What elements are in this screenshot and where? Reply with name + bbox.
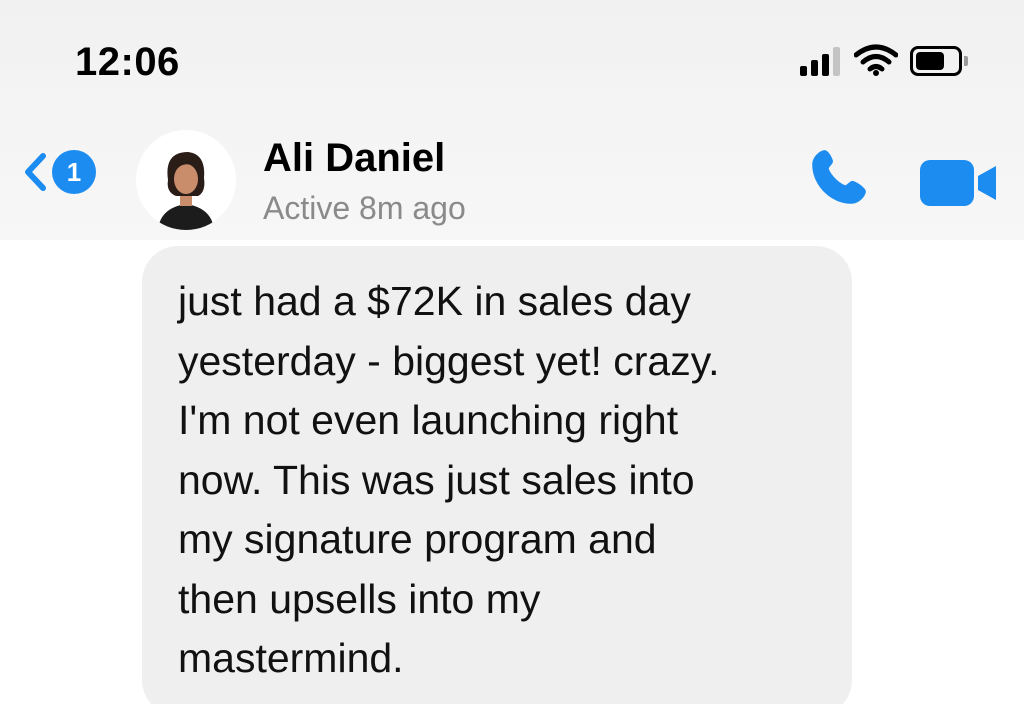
avatar[interactable] (136, 130, 236, 230)
conversation-header: 1 Ali Daniel Active 8m ago (0, 110, 1024, 240)
wifi-icon (854, 44, 898, 76)
status-bar: 12:06 (0, 0, 1024, 110)
video-call-button[interactable] (918, 158, 998, 208)
video-camera-icon (920, 160, 996, 206)
message-text: just had a $72K in sales day yesterday -… (178, 278, 720, 681)
back-button[interactable]: 1 (22, 150, 96, 194)
signal-icon (800, 46, 840, 76)
phone-icon (812, 150, 866, 204)
battery-icon (910, 46, 968, 76)
voice-call-button[interactable] (804, 146, 870, 212)
back-chevron-icon (25, 153, 46, 191)
message-bubble[interactable]: just had a $72K in sales day yesterday -… (142, 246, 852, 704)
contact-active-status: Active 8m ago (263, 190, 466, 226)
status-icons (800, 44, 968, 76)
contact-name[interactable]: Ali Daniel (263, 136, 445, 181)
status-time: 12:06 (75, 40, 180, 84)
unread-count-badge: 1 (52, 150, 96, 194)
